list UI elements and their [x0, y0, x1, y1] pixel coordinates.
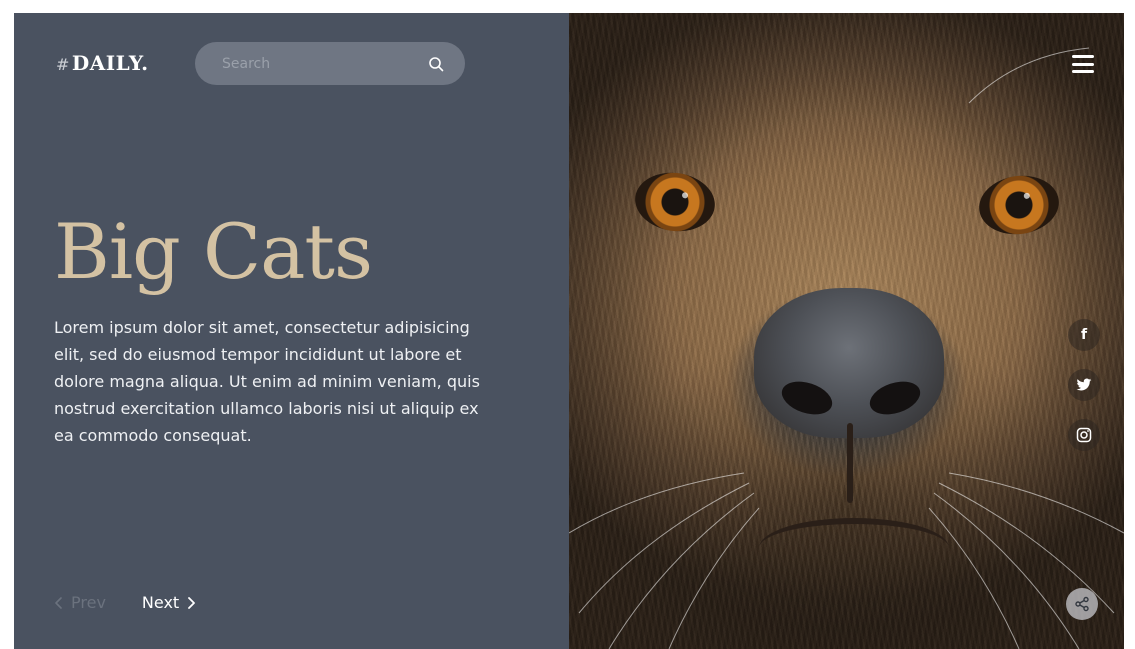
brand-logo[interactable]: # DAILY. — [56, 51, 149, 75]
next-button[interactable]: Next — [142, 593, 196, 612]
twitter-icon[interactable] — [1068, 369, 1100, 401]
share-icon[interactable] — [1066, 588, 1098, 620]
content-panel: #DAILY. Big Cats Lorem ipsum dolor sit a… — [14, 13, 569, 649]
hero-description: Lorem ipsum dolor sit amet, consectetur … — [54, 318, 480, 445]
pager: Prev Next — [54, 593, 196, 612]
brand-hash: # — [56, 55, 70, 74]
prev-button[interactable]: Prev — [54, 593, 106, 612]
page-frame: #DAILY. Big Cats Lorem ipsum dolor sit a… — [14, 13, 1124, 649]
prev-label: Prev — [71, 593, 106, 612]
page-title: Big Cats — [54, 207, 373, 296]
chevron-right-icon — [188, 596, 196, 609]
facebook-glyph: f — [1080, 327, 1088, 343]
search-bar — [195, 42, 465, 85]
lion-whiskers — [569, 47, 1124, 649]
facebook-icon[interactable]: f — [1068, 319, 1100, 351]
next-label: Next — [141, 593, 180, 612]
search-input[interactable] — [222, 55, 427, 72]
chevron-left-icon — [55, 596, 62, 609]
brand-name: DAILY. — [71, 51, 149, 75]
search-icon[interactable] — [427, 55, 445, 73]
instagram-icon[interactable] — [1068, 419, 1100, 451]
hamburger-menu-icon[interactable] — [1072, 55, 1094, 73]
hero-image: f — [569, 13, 1124, 649]
